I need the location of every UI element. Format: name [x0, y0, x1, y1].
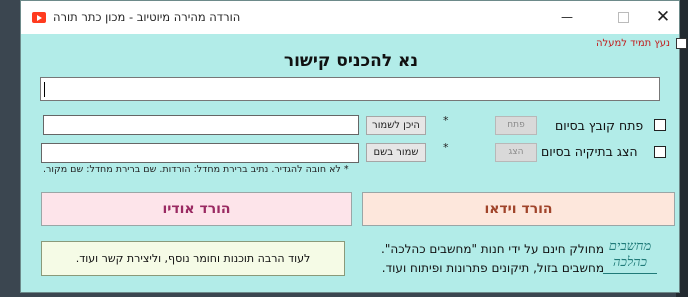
open-on-finish-checkbox[interactable]	[654, 119, 666, 131]
show-folder-button[interactable]: הצג	[495, 143, 537, 162]
maximize-icon	[617, 11, 629, 23]
logo-line-2: כהלכה	[612, 255, 648, 270]
choose-save-location-button[interactable]: היכן לשמור	[366, 116, 426, 135]
promo-line-2: מחשבים בזול, תיקונים פתרונות ופיתוח ועוד…	[381, 261, 604, 275]
promo-line-1: מחולק חינם על ידי חנות "מחשבים כהלכה".	[381, 242, 604, 256]
download-audio-button[interactable]: הורד אודיו	[41, 192, 352, 226]
always-on-top-label: נעץ תמיד למעלה	[596, 38, 671, 49]
logo-line-1: מחשבים	[608, 239, 652, 254]
page-title: נא להכניס קישור	[283, 51, 419, 71]
download-video-button[interactable]: הורד וידאו	[362, 192, 675, 226]
show-folder-on-finish-label: הצג בתיקיה בסיום	[541, 144, 638, 159]
text-caret	[44, 82, 45, 97]
window-title: הורדה מהירה מיוטיוב - מכון כתר תורה	[53, 10, 241, 24]
optional-star: *	[443, 114, 449, 127]
save-name-field[interactable]	[41, 143, 359, 163]
close-button[interactable]: ✕	[640, 1, 686, 34]
promo-text: מחולק חינם על ידי חנות "מחשבים כהלכה". מ…	[364, 240, 604, 278]
optional-note: * לא חובה להגדיר. נתיב ברירת מחדל: הורדו…	[43, 164, 349, 175]
youtube-app-icon	[32, 12, 46, 23]
open-file-button[interactable]: פתח	[495, 116, 537, 135]
open-on-finish-label: פתח קובץ בסיום	[555, 118, 644, 133]
logo-underline	[603, 273, 657, 274]
save-as-button[interactable]: שמור בשם	[366, 143, 426, 162]
app-window: הורדה מהירה מיוטיוב - מכון כתר תורה — ✕ …	[20, 0, 687, 293]
save-location-field[interactable]	[43, 115, 359, 135]
show-folder-on-finish-checkbox[interactable]	[654, 146, 666, 158]
minimize-button[interactable]: —	[544, 1, 590, 34]
title-bar: הורדה מהירה מיוטיוב - מכון כתר תורה — ✕	[21, 1, 679, 34]
optional-star: *	[443, 141, 449, 154]
always-on-top-checkbox[interactable]	[676, 38, 687, 49]
url-input[interactable]	[40, 77, 660, 101]
more-software-button[interactable]: לעוד הרבה תוכנות וחומר נוסף, וליצירת קשר…	[41, 241, 345, 276]
